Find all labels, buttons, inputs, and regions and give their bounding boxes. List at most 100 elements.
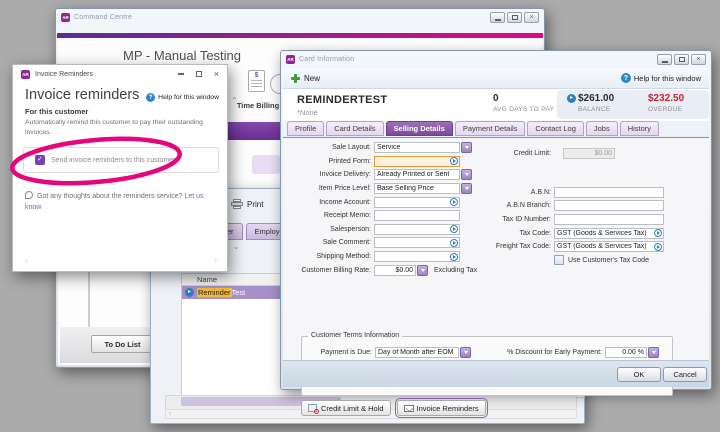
item-price-level-field[interactable]: Base Selling Price: [374, 183, 460, 194]
card-subname: *None: [297, 108, 318, 117]
maximize-button[interactable]: [674, 54, 689, 65]
credit-limit-field: $0.00: [563, 148, 615, 159]
close-icon: ×: [529, 14, 533, 21]
field-label: Payment is Due:: [304, 349, 372, 356]
tab-profile[interactable]: Profile: [287, 121, 324, 136]
ar-logo-icon: AR: [21, 70, 30, 79]
lookup-arrow-icon[interactable]: [450, 157, 458, 165]
new-button[interactable]: New: [291, 74, 320, 83]
print-icon: [231, 199, 243, 209]
cancel-button[interactable]: Cancel: [663, 367, 707, 382]
tax-id-number-field[interactable]: [554, 214, 664, 225]
print-button[interactable]: Print: [231, 199, 263, 209]
ar-logo-icon: AR: [61, 13, 70, 22]
sale-layout-field[interactable]: Service: [374, 142, 460, 153]
help-icon: ?: [146, 93, 155, 102]
minimize-button[interactable]: [490, 12, 505, 23]
field-label: Sale Layout:: [296, 144, 371, 151]
field-value: 0.00 %: [622, 349, 644, 356]
freight-tax-code-field[interactable]: GST (Goods & Services Tax): [554, 241, 664, 252]
field-label: Tax Code:: [461, 230, 551, 237]
scroll-left-icon[interactable]: ‹: [169, 411, 171, 417]
tab-payment-details[interactable]: Payment Details: [455, 121, 526, 136]
stat-value: $232.50: [648, 93, 684, 104]
field-label: Credit Limit:: [461, 150, 551, 157]
form-row-use-customer-s-tax-code: Use Customer's Tax Code: [461, 254, 691, 268]
a-b-n-field[interactable]: [554, 187, 664, 198]
help-link[interactable]: ? Help for this window: [621, 73, 701, 83]
lookup-arrow-icon[interactable]: [450, 239, 458, 247]
group-legend: Customer Terms Information: [308, 332, 402, 339]
a-b-n-branch-field[interactable]: [554, 200, 664, 211]
zoom-arrow-icon[interactable]: ▸: [185, 288, 194, 297]
dropdown-arrow-icon[interactable]: [417, 265, 428, 276]
maximize-icon[interactable]: [196, 71, 202, 77]
lookup-arrow-icon[interactable]: [450, 198, 458, 206]
dropdown-arrow-icon[interactable]: [648, 347, 659, 358]
credit-limit-hold-button[interactable]: Credit Limit & Hold: [301, 400, 391, 416]
field-label: Income Account:: [296, 199, 371, 206]
search-highlight: Reminder: [197, 288, 232, 297]
window-title: Command Centre: [74, 14, 132, 21]
tax-code-field[interactable]: GST (Goods & Services Tax): [554, 228, 664, 239]
lookup-arrow-icon[interactable]: [654, 243, 662, 251]
tab-jobs[interactable]: Jobs: [586, 121, 618, 136]
field-value: Base Selling Price: [377, 185, 434, 192]
action-buttons: Credit Limit & Hold Invoice Reminders: [301, 400, 486, 416]
button-label: Invoice Reminders: [417, 404, 479, 413]
sale-comment-field[interactable]: [374, 237, 460, 248]
maximize-icon: [679, 57, 685, 62]
help-link[interactable]: ? Help for this window: [146, 93, 219, 102]
field-value: Already Printed or Sent: [377, 171, 449, 178]
customer-billing-rate-field[interactable]: $0.00: [374, 265, 416, 276]
form-row-a-b-n-branch: A.B.N Branch:: [461, 199, 691, 213]
checkbox-checked-icon[interactable]: ✓: [35, 155, 45, 165]
field-label: A.B.N:: [461, 189, 551, 196]
form-row-credit-limit: Credit Limit: $0.00: [461, 147, 691, 161]
tab-contact-log[interactable]: Contact Log: [527, 121, 583, 136]
lookup-arrow-icon[interactable]: [450, 225, 458, 233]
shipping-method-field[interactable]: [374, 251, 460, 262]
invoice-reminders-button[interactable]: Invoice Reminders: [397, 400, 486, 416]
field-suffix: Excluding Tax: [434, 267, 477, 274]
chevron-down-icon: ⌄: [233, 242, 240, 251]
flowchart-node: [252, 155, 280, 174]
close-icon[interactable]: ×: [214, 70, 219, 79]
dialog-titlebar: AR Invoice Reminders ×: [13, 65, 227, 83]
salesperson-field[interactable]: [374, 224, 460, 235]
tab-history[interactable]: History: [620, 121, 659, 136]
field-value: $0.00: [594, 150, 612, 157]
zoom-arrow-icon[interactable]: ▸: [567, 94, 576, 103]
lookup-arrow-icon[interactable]: [450, 253, 458, 261]
stat-label: AVG DAYS TO PAY: [493, 106, 554, 113]
form-row-discount-for-early-payment: % Discount for Early Payment:0.00 %: [440, 345, 659, 359]
lookup-arrow-icon[interactable]: [654, 229, 662, 237]
plus-icon: [291, 74, 300, 83]
tab-selling-details[interactable]: Selling Details: [386, 121, 453, 136]
printed-form-field[interactable]: [374, 156, 460, 167]
invoice-reminders-dialog: AR Invoice Reminders × Invoice reminders…: [12, 64, 228, 272]
close-button[interactable]: ×: [691, 54, 706, 65]
close-button[interactable]: ×: [524, 12, 539, 23]
reminders-checkbox-card[interactable]: ✓ Send invoice reminders to this custome…: [23, 147, 219, 173]
ok-button[interactable]: OK: [617, 367, 661, 382]
card-information-window: AR Card Information × New ? Help for thi…: [280, 50, 712, 390]
tab-card-details[interactable]: Card Details: [326, 121, 383, 136]
receipt-memo-field[interactable]: [374, 210, 460, 221]
use-customer-s-tax-code-checkbox[interactable]: [554, 255, 564, 265]
maximize-button[interactable]: [507, 12, 522, 23]
time-billing-icon[interactable]: $: [248, 70, 265, 92]
card-tabs: ProfileCard DetailsSelling DetailsPaymen…: [287, 121, 659, 136]
field-label: Invoice Delivery:: [296, 171, 371, 178]
minimize-icon: [662, 61, 668, 63]
discount-for-early-payment-field[interactable]: 0.00 %: [605, 347, 647, 358]
minimize-button[interactable]: [657, 54, 672, 65]
desktop: AR Command Centre × MP - Manual Testing …: [0, 0, 720, 432]
form-row-a-b-n: A.B.N:: [461, 186, 691, 200]
field-value: $0.00: [395, 267, 413, 274]
dialog-heading: Invoice reminders: [25, 87, 139, 103]
invoice-delivery-field[interactable]: Already Printed or Sent: [374, 169, 460, 180]
income-account-field[interactable]: [374, 197, 460, 208]
field-label: Printed Form:: [296, 158, 371, 165]
minimize-icon[interactable]: [178, 73, 184, 75]
